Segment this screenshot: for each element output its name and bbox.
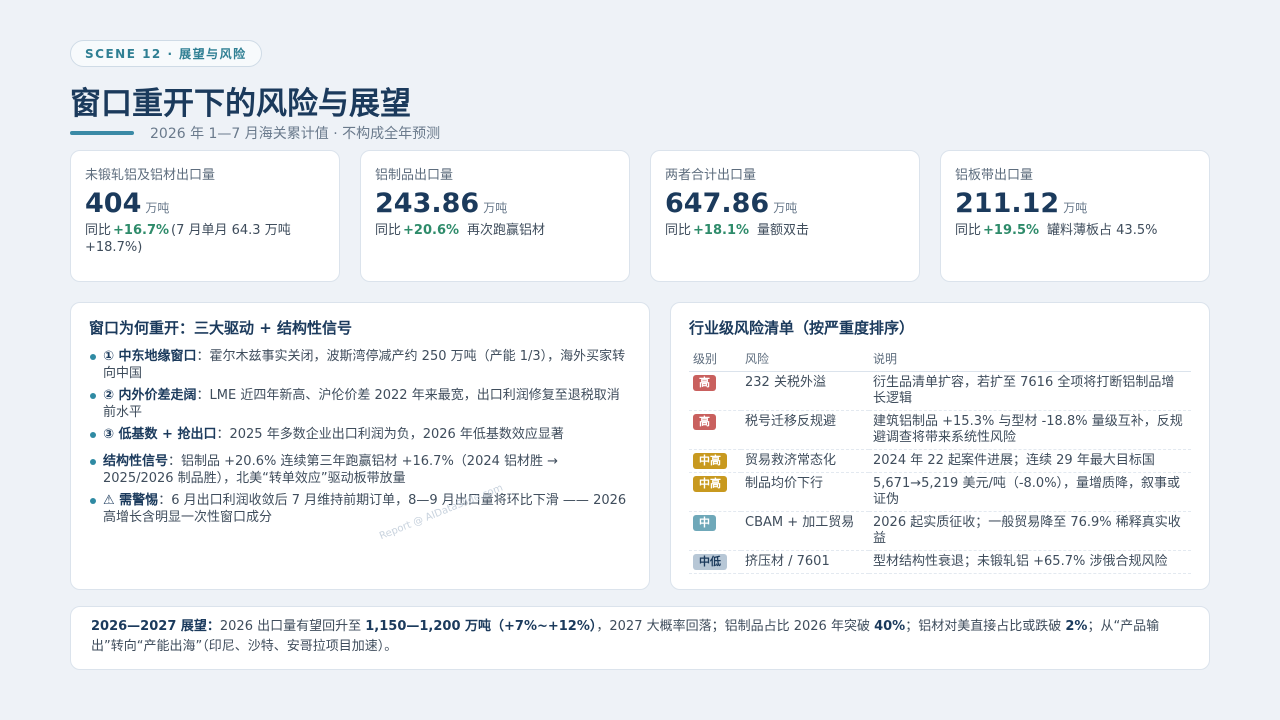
title-accent-bar (70, 131, 134, 135)
kpi-note: 同比 +19.5% 罐料薄板占 43.5% (955, 222, 1195, 239)
kpi-change: +18.1% (693, 223, 750, 238)
level-badge-high: 高 (693, 414, 716, 430)
outlook-highlight: 40% (874, 619, 906, 634)
risk-row: 中高 制品均价下行 5,671→5,219 美元/吨（-8.0%），量增质降，叙… (689, 472, 1191, 512)
kpi-value: 647.86 (665, 188, 770, 219)
driver-head: ① 中东地缘窗口 (103, 349, 197, 364)
kpi-unit: 万吨 (773, 201, 798, 215)
page-subtitle: 2026 年 1—7 月海关累计值 · 不构成全年预测 (150, 126, 441, 142)
driver-item: ① 中东地缘窗口：霍尔木兹事实关闭，波斯湾停减产约 250 万吨（产能 1/3）… (89, 348, 631, 382)
signal-text: ：铝制品 +20.6% 连续第三年跑赢铝材 +16.7%（2024 铝材胜 → … (103, 454, 559, 486)
risk-row: 中高 贸易救济常态化 2024 年 22 起案件进展；连续 29 年最大目标国 (689, 449, 1191, 473)
kpi-unit: 万吨 (145, 201, 170, 215)
risk-row: 中 CBAM + 加工贸易 2026 起实质征收；一般贸易降至 76.9% 稀释… (689, 511, 1191, 551)
risk-desc: 5,671→5,219 美元/吨（-8.0%），量增质降，叙事或证伪 (869, 472, 1191, 512)
level-badge-high: 高 (693, 375, 716, 391)
kpi-note: 同比 +20.6% 再次跑赢铝材 (375, 222, 615, 239)
risk-name: 税号迁移反规避 (741, 410, 869, 450)
signal-item: 结构性信号：铝制品 +20.6% 连续第三年跑赢铝材 +16.7%（2024 铝… (89, 453, 631, 487)
kpi-card-aluminum-products: 铝制品出口量 243.86 万吨 同比 +20.6% 再次跑赢铝材 (360, 150, 630, 282)
driver-head: ③ 低基数 + 抢出口 (103, 427, 217, 442)
kpi-change: +16.7% (113, 223, 170, 238)
kpi-prefix: 同比 (665, 223, 692, 238)
kpi-change: +19.5% (983, 223, 1040, 238)
outlook-text: ；铝材对美直接占比或跌破 (905, 619, 1066, 634)
driver-item: ③ 低基数 + 抢出口：2025 年多数企业出口利润为负，2026 年低基数效应… (89, 426, 631, 443)
outlook-panel: 2026—2027 展望：2026 出口量有望回升至 1,150—1,200 万… (70, 606, 1210, 670)
driver-head: ② 内外价差走阔 (103, 388, 197, 403)
warning-item: ⚠ 需警惕：6 月出口利润收敛后 7 月维持前期订单，8—9 月出口量将环比下滑… (89, 492, 631, 526)
drivers-panel: 窗口为何重开：三大驱动 + 结构性信号 ① 中东地缘窗口：霍尔木兹事实关闭，波斯… (70, 302, 650, 590)
risk-desc: 2026 起实质征收；一般贸易降至 76.9% 稀释真实收益 (869, 511, 1191, 551)
kpi-label: 两者合计出口量 (665, 168, 757, 183)
signal-head: 结构性信号 (103, 454, 169, 469)
driver-text: ：2025 年多数企业出口利润为负，2026 年低基数效应显著 (216, 427, 564, 442)
warning-head: ⚠ 需警惕 (103, 493, 159, 508)
page-title: 窗口重开下的风险与展望 (70, 86, 411, 122)
risk-desc: 衍生品清单扩容，若扩至 7616 全项将打断铝制品增长逻辑 (869, 371, 1191, 411)
kpi-card-combined: 两者合计出口量 647.86 万吨 同比 +18.1% 量额双击 (650, 150, 920, 282)
level-badge-medium-high: 中高 (693, 453, 727, 469)
header-risk: 风险 (741, 348, 869, 372)
kpi-label: 铝板带出口量 (955, 168, 1034, 183)
outlook-highlight: 1,150—1,200 万吨（+7%~+12%） (365, 619, 597, 634)
scene-badge: SCENE 12 · 展望与风险 (70, 40, 262, 67)
outlook-head: 2026—2027 展望： (91, 619, 220, 634)
kpi-prefix: 同比 (955, 223, 982, 238)
kpi-extra: 量额双击 (757, 223, 810, 238)
kpi-unit: 万吨 (483, 201, 508, 215)
kpi-note: 同比 +18.1% 量额双击 (665, 222, 905, 239)
driver-item: ② 内外价差走阔：LME 近四年新高、沪伦价差 2022 年来最宽，出口利润修复… (89, 387, 631, 421)
drivers-title: 窗口为何重开：三大驱动 + 结构性信号 (89, 319, 353, 337)
risk-row: 高 税号迁移反规避 建筑铝制品 +15.3% 与型材 -18.8% 量级互补，反… (689, 410, 1191, 450)
kpi-card-plate-strip: 铝板带出口量 211.12 万吨 同比 +19.5% 罐料薄板占 43.5% (940, 150, 1210, 282)
kpi-unit: 万吨 (1063, 201, 1088, 215)
risk-row: 高 232 关税外溢 衍生品清单扩容，若扩至 7616 全项将打断铝制品增长逻辑 (689, 371, 1191, 411)
risk-name: CBAM + 加工贸易 (741, 511, 869, 551)
risk-table-header: 级别 风险 说明 (689, 348, 1191, 372)
header-desc: 说明 (869, 348, 1191, 372)
risk-desc: 建筑铝制品 +15.3% 与型材 -18.8% 量级互补，反规避调查将带来系统性… (869, 410, 1191, 450)
risk-desc: 2024 年 22 起案件进展；连续 29 年最大目标国 (869, 449, 1191, 473)
header-level: 级别 (689, 348, 741, 372)
kpi-label: 铝制品出口量 (375, 168, 454, 183)
risk-name: 制品均价下行 (741, 472, 869, 512)
risk-table: 级别 风险 说明 高 232 关税外溢 衍生品清单扩容，若扩至 7616 全项将… (689, 348, 1191, 574)
risk-name: 贸易救济常态化 (741, 449, 869, 473)
risk-name: 232 关税外溢 (741, 371, 869, 411)
level-badge-medium-low: 中低 (693, 554, 727, 570)
outlook-text: 2026 出口量有望回升至 (219, 619, 366, 634)
kpi-value: 211.12 (955, 188, 1060, 219)
outlook-text: ，2027 大概率回落；铝制品占比 2026 年突破 (596, 619, 875, 634)
kpi-extra: 罐料薄板占 43.5% (1047, 223, 1158, 238)
kpi-note: 同比 +16.7% (7 月单月 64.3 万吨 +18.7%) (85, 222, 325, 256)
kpi-value: 404 (85, 188, 142, 219)
outlook-highlight: 2% (1065, 619, 1088, 634)
risk-title: 行业级风险清单（按严重度排序） (689, 319, 915, 337)
level-badge-medium-high: 中高 (693, 476, 727, 492)
risk-row: 中低 挤压材 / 7601 型材结构性衰退；未锻轧铝 +65.7% 涉俄合规风险 (689, 550, 1191, 574)
level-badge-medium: 中 (693, 515, 716, 531)
kpi-prefix: 同比 (375, 223, 402, 238)
warning-text: ：6 月出口利润收敛后 7 月维持前期订单，8—9 月出口量将环比下滑 —— 2… (103, 493, 627, 525)
kpi-change: +20.6% (403, 223, 460, 238)
kpi-label: 未锻轧铝及铝材出口量 (85, 168, 216, 183)
kpi-prefix: 同比 (85, 223, 112, 238)
kpi-card-unwrought-aluminum: 未锻轧铝及铝材出口量 404 万吨 同比 +16.7% (7 月单月 64.3 万吨… (70, 150, 340, 282)
risk-panel: 行业级风险清单（按严重度排序） 级别 风险 说明 高 232 关税外溢 衍生品清… (670, 302, 1210, 590)
kpi-extra: 再次跑赢铝材 (467, 223, 546, 238)
kpi-value: 243.86 (375, 188, 480, 219)
risk-desc: 型材结构性衰退；未锻轧铝 +65.7% 涉俄合规风险 (869, 550, 1191, 574)
risk-name: 挤压材 / 7601 (741, 550, 869, 574)
